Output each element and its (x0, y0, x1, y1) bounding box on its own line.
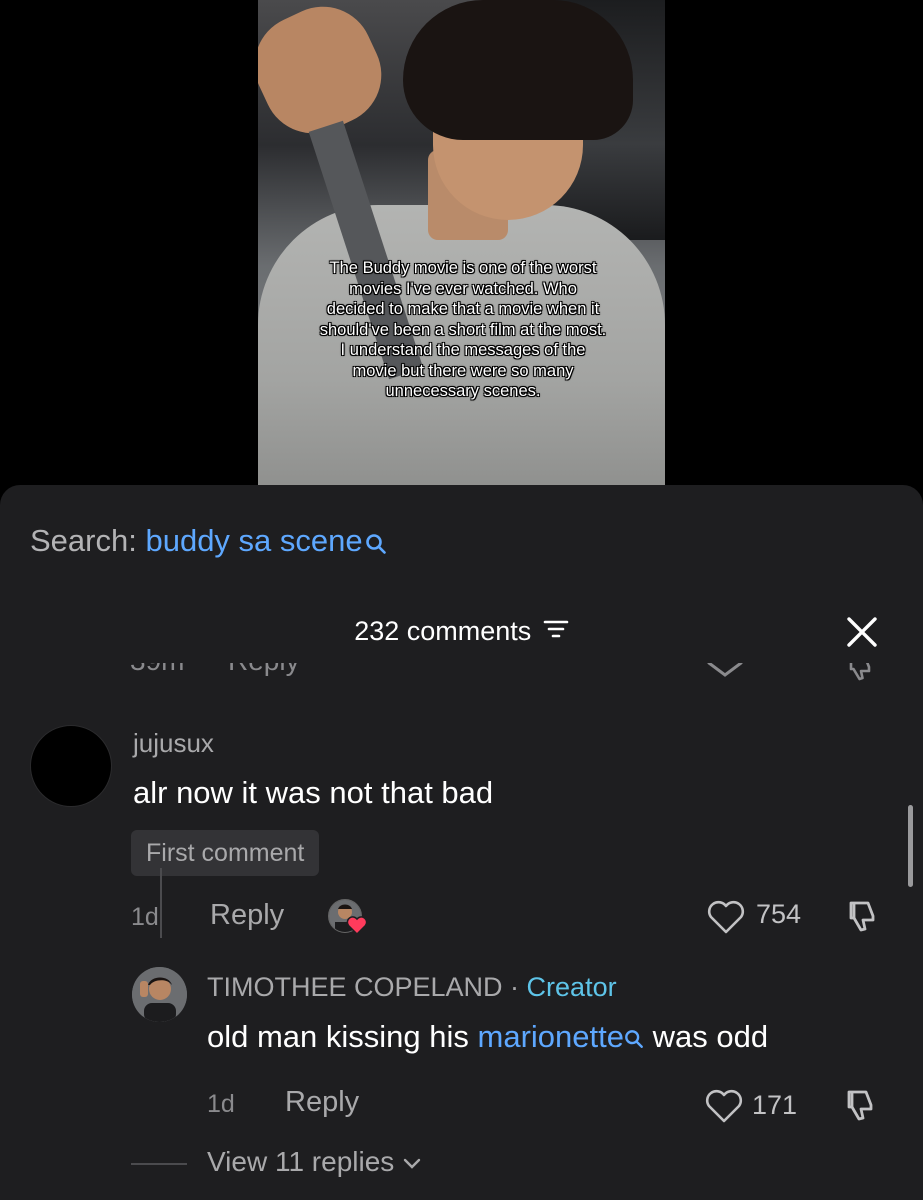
video-caption: The Buddy movie is one of the worst movi… (319, 259, 607, 400)
reply-username-line[interactable]: TIMOTHEE COPELAND · Creator (207, 972, 617, 1003)
search-prefix: Search: (30, 523, 137, 558)
like-count: 171 (752, 1090, 798, 1120)
comment-username[interactable]: jujusux (133, 728, 214, 759)
thumbs-down-icon[interactable] (845, 898, 883, 941)
avatar[interactable] (30, 725, 112, 807)
like-count: 754 (756, 899, 802, 929)
reply-search-link[interactable]: marionette (478, 1019, 624, 1054)
reply-text-before: old man kissing his (207, 1019, 478, 1054)
search-term[interactable]: buddy sa scene (145, 523, 362, 558)
comments-sheet: Search: buddy sa scene 232 comments 39m … (0, 485, 923, 1200)
thumbs-down-icon[interactable] (843, 1087, 881, 1130)
like-button[interactable]: 754 (706, 897, 806, 937)
previous-reply-button[interactable]: Reply (228, 663, 300, 677)
previous-comment-time: 39m (130, 663, 184, 677)
comment-text: alr now it was not that bad (133, 775, 494, 810)
reply-text-after: was odd (643, 1019, 769, 1054)
heart-icon (346, 915, 368, 940)
view-replies-line (131, 1163, 187, 1165)
chevron-down-icon[interactable] (706, 663, 744, 687)
comment-time: 1d (131, 903, 159, 931)
view-replies-label[interactable]: View 11 replies (207, 1146, 394, 1177)
thread-line (160, 868, 162, 938)
reply-username[interactable]: TIMOTHEE COPELAND (207, 972, 503, 1002)
heart-outline-icon[interactable] (704, 1088, 744, 1129)
heart-outline-icon[interactable] (706, 899, 746, 940)
thumbs-down-icon[interactable] (846, 663, 876, 690)
search-icon[interactable] (624, 1021, 644, 1057)
comments-header: 232 comments (0, 613, 923, 649)
search-icon[interactable] (365, 525, 387, 565)
view-replies-button[interactable]: View 11 replies (207, 1146, 422, 1178)
chevron-down-icon[interactable] (402, 1146, 422, 1178)
search-suggestion[interactable]: Search: buddy sa scene (30, 521, 387, 565)
reply-button[interactable]: Reply (210, 899, 284, 932)
previous-comment-actions: 39m Reply (0, 663, 923, 691)
filter-icon[interactable] (543, 613, 569, 649)
video-player[interactable]: The Buddy movie is one of the worst movi… (258, 0, 665, 485)
video-hair (403, 0, 633, 140)
username-separator: · (502, 972, 527, 1002)
creator-label: Creator (526, 972, 617, 1002)
close-icon[interactable] (843, 613, 881, 651)
reply-time: 1d (207, 1090, 235, 1118)
reply-text: old man kissing his marionette was odd (207, 1019, 768, 1057)
reply-button[interactable]: Reply (285, 1086, 359, 1119)
creator-avatar[interactable] (132, 967, 187, 1022)
liked-by-creator-indicator (328, 897, 368, 937)
comments-count: 232 comments (354, 616, 532, 646)
scrollbar[interactable] (908, 805, 913, 887)
